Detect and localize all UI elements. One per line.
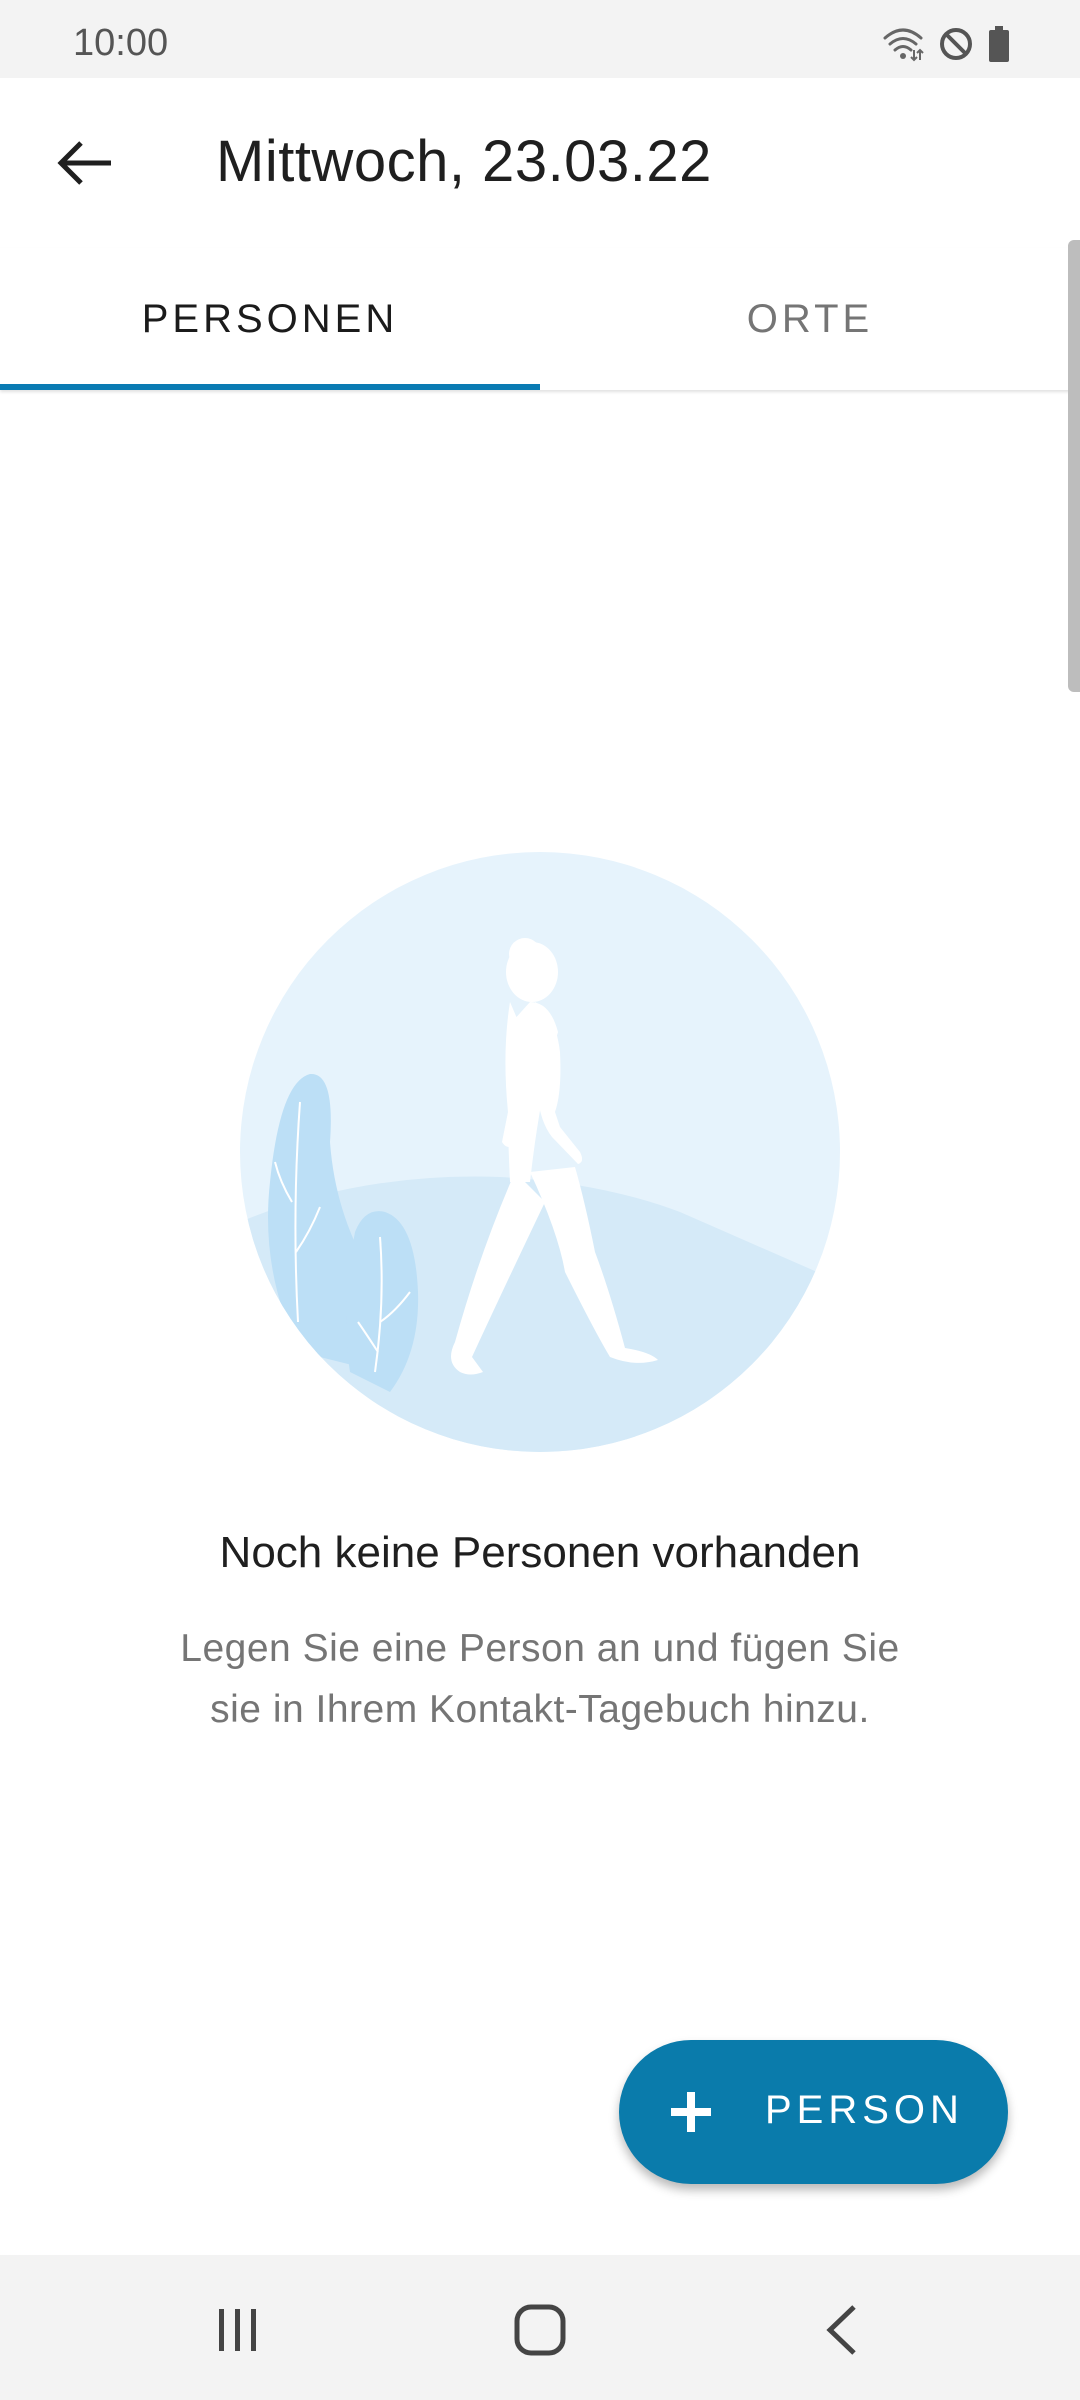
recent-apps-button[interactable] (193, 2285, 283, 2375)
back-button[interactable] (40, 118, 130, 208)
empty-state-description: Legen Sie eine Person an und fügen Sie s… (180, 1627, 900, 1731)
toolbar: Mittwoch, 23.03.22 (0, 78, 1080, 248)
home-button[interactable] (495, 2285, 585, 2375)
add-person-button[interactable]: PERSON (619, 2040, 1008, 2184)
battery-icon (988, 25, 1010, 67)
page-title: Mittwoch, 23.03.22 (216, 129, 712, 194)
back-nav-icon (826, 2305, 856, 2355)
scrollbar[interactable] (1068, 240, 1080, 692)
system-navigation-bar (0, 2255, 1080, 2400)
empty-state-title: Noch keine Personen vorhanden (219, 1528, 861, 1577)
diary-day-screen: 10:00 Mittwoch, 23.03.22 PERSONEN ORTE N… (0, 0, 1080, 2400)
tab-orte[interactable]: ORTE (540, 248, 1080, 390)
back-nav-button[interactable] (797, 2285, 887, 2375)
tab-indicator (0, 384, 540, 390)
home-icon (514, 2304, 566, 2356)
tab-bar: PERSONEN ORTE (0, 248, 1080, 390)
plus-icon (671, 2092, 711, 2132)
tab-label: PERSONEN (141, 296, 399, 341)
wifi-icon (882, 26, 924, 67)
tab-label: ORTE (746, 296, 874, 341)
arrow-back-icon (57, 141, 111, 185)
recent-apps-icon (219, 2309, 256, 2351)
do-not-disturb-icon (938, 26, 974, 67)
status-icons (882, 25, 1010, 67)
add-person-label: PERSON (765, 2088, 964, 2132)
status-bar: 10:00 (0, 0, 1080, 78)
tab-personen[interactable]: PERSONEN (0, 248, 540, 390)
walking-person-illustration (240, 852, 840, 1452)
status-time: 10:00 (73, 22, 169, 64)
